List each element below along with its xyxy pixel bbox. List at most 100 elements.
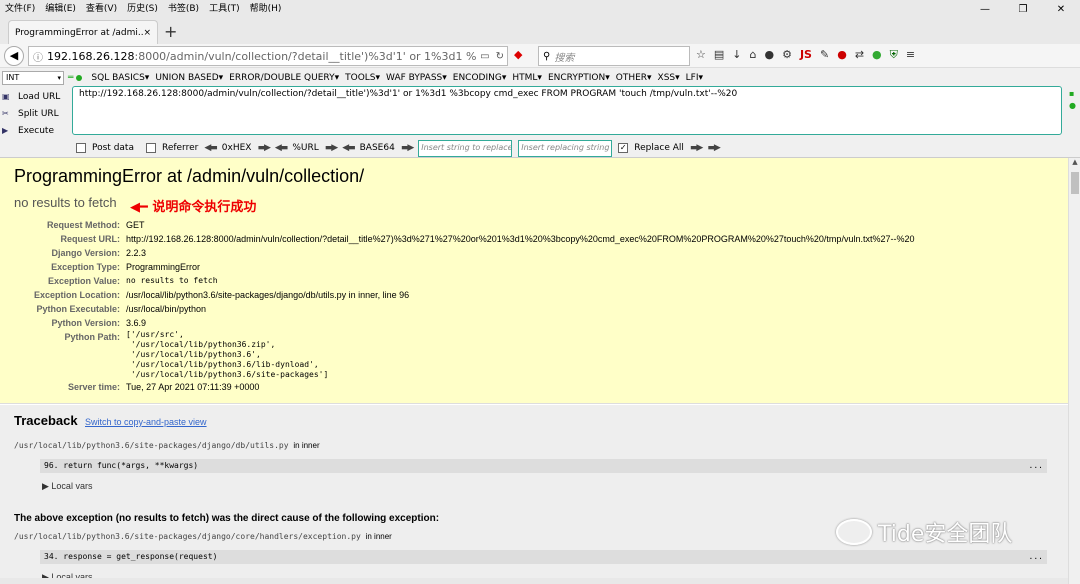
sync-icon[interactable]: ⇄ [855, 48, 864, 62]
type-select[interactable]: INT ▾ [2, 71, 64, 85]
url-encode-arrow-icon[interactable]: ◀▬ [275, 143, 289, 153]
meta-row-5-value: /usr/local/lib/python3.6/site-packages/d… [126, 290, 410, 300]
library-icon[interactable]: ▤ [714, 48, 724, 62]
hamburger-menu-icon[interactable]: ≡ [906, 48, 915, 62]
meta-row-0-value: GET [126, 220, 145, 230]
execute-button[interactable]: ▶ Execute [2, 122, 66, 139]
menu-item-3[interactable]: 历史(S) [122, 1, 163, 14]
hackbar-menu-row: INT ▾ ═ SQL BASICS▾ UNION BASED▾ ERROR/DOUB… [0, 70, 703, 86]
frame1-code: 96. return func(*args, **kwargs) [44, 461, 199, 470]
hackbar-menu-0[interactable]: SQL BASICS▾ [91, 73, 149, 83]
info-icon[interactable]: ⓘ [33, 49, 43, 64]
hackbar-menu-7[interactable]: ENCRYPTION▾ [548, 73, 610, 83]
traceback-section: Traceback Switch to copy-and-paste view … [0, 405, 1068, 584]
hackbar-menu-1[interactable]: UNION BASED▾ [155, 73, 223, 83]
settings-icon[interactable]: ⚙ [782, 48, 792, 62]
meta-row-7-key: Python Version: [51, 318, 120, 328]
record-icon[interactable]: ● [837, 48, 847, 62]
hackbar-menu-4[interactable]: WAF BYPASS▾ [386, 73, 447, 83]
tab-title: ProgrammingError at /admi... [15, 27, 144, 38]
frame1-local-vars-toggle[interactable]: ▶ Local vars [42, 481, 92, 492]
chained-exception-message: The above exception (no results to fetch… [14, 513, 440, 524]
meta-row-5-key: Exception Location: [33, 290, 120, 300]
post-data-checkbox[interactable] [76, 143, 86, 153]
load-url-button[interactable]: ▣ Load URL [2, 88, 66, 105]
post-data-label: Post data [92, 143, 134, 153]
addon-icon[interactable]: ◆ [514, 48, 522, 61]
hackbar-menu-2[interactable]: ERROR/DOUBLE QUERY▾ [229, 73, 339, 83]
frame2-code-line[interactable]: 34. response = get_response(request)... [40, 550, 1047, 564]
scroll-up-icon[interactable]: ▲ [1069, 158, 1080, 170]
vertical-scrollbar[interactable]: ▲ [1068, 158, 1080, 584]
meta-row-python-path: Python Path: ['/usr/src', '/usr/local/lib… [0, 330, 1060, 380]
menu-item-2[interactable]: 查看(V) [81, 1, 122, 14]
base64-decode-arrow-icon[interactable]: ▬▶ [401, 143, 415, 153]
tool-icon[interactable]: ✎ [820, 48, 829, 62]
hex-label: 0xHEX [221, 143, 252, 153]
insert-string-input[interactable]: Insert string to replace [418, 139, 513, 157]
hackbar-menu-10[interactable]: LFI▾ [686, 73, 703, 83]
hackbar-menu-3[interactable]: TOOLS▾ [345, 73, 380, 83]
plus-icon[interactable]: ▪ [1069, 88, 1076, 100]
hex-decode-arrow-icon[interactable]: ▬▶ [257, 143, 271, 153]
menu-item-0[interactable]: 文件(F) [0, 1, 40, 14]
search-placeholder: 搜索 [554, 52, 575, 64]
extension-icon[interactable]: ● [764, 48, 774, 62]
tab-close-icon[interactable]: × [143, 28, 151, 38]
meta-row-6-value: /usr/local/bin/python [126, 304, 207, 314]
meta-row-3: Exception Type: ProgrammingError [0, 260, 1060, 274]
hackbar-url-textarea[interactable]: http://192.168.26.128:8000/admin/vuln/co… [72, 86, 1062, 135]
menu-item-1[interactable]: 编辑(E) [40, 1, 81, 14]
shield-icon[interactable]: ⛨ [890, 48, 898, 62]
tab-active[interactable]: ProgrammingError at /admi... × [8, 20, 158, 44]
base64-encode-arrow-icon[interactable]: ◀▬ [342, 143, 356, 153]
frame1-expand[interactable]: ... [1029, 459, 1043, 473]
scroll-thumb[interactable] [1071, 172, 1079, 194]
back-button[interactable]: ◀ [4, 46, 24, 66]
annotation-text: 说明命令执行成功 [152, 200, 257, 215]
meta-row-6: Python Executable: /usr/local/bin/python [0, 302, 1060, 316]
meta-row-4: Exception Value: no results to fetch [0, 274, 1060, 288]
traceback-title: Traceback [14, 413, 78, 428]
split-url-button[interactable]: ✂ Split URL [2, 105, 66, 122]
new-tab-button[interactable]: + [164, 22, 177, 41]
frame2-func: in inner [365, 532, 392, 541]
hackbar-menu-5[interactable]: ENCODING▾ [453, 73, 507, 83]
menu-item-6[interactable]: 帮助(H) [245, 1, 287, 14]
url-decode-arrow-icon[interactable]: ▬▶ [325, 143, 339, 153]
menu-item-5[interactable]: 工具(T) [204, 1, 245, 14]
frame1-code-line[interactable]: 96. return func(*args, **kwargs)... [40, 459, 1047, 473]
meta-row-4-value: no results to fetch [126, 276, 218, 285]
request-meta-table: Request Method: GET Request URL: http://192… [0, 218, 1060, 394]
reader-icon[interactable]: ▭ [480, 51, 489, 62]
menu-item-4[interactable]: 书签(B) [163, 1, 204, 14]
replace-back-arrow-icon[interactable]: ▬▶ [707, 143, 721, 153]
download-icon[interactable]: ↓ [732, 48, 741, 62]
dot-icon[interactable]: ● [1069, 100, 1076, 112]
url-bar[interactable]: ⓘ 192.168.26.128:8000/admin/vuln/collect… [28, 46, 508, 66]
replace-all-checkbox[interactable]: ✓ [618, 143, 629, 153]
switch-view-link[interactable]: Switch to copy-and-paste view [85, 417, 207, 427]
bookmark-star-icon[interactable]: ☆ [696, 48, 706, 62]
replace-arrow-icon[interactable]: ▬▶ [690, 143, 704, 153]
js-icon[interactable]: JS [800, 48, 812, 62]
green-ext-icon[interactable]: ● [872, 48, 882, 62]
minus-icon[interactable]: ═ [68, 73, 73, 83]
frame2-path: /usr/local/lib/python3.6/site-packages/d… [14, 532, 392, 541]
error-summary: ProgrammingError at /admin/vuln/collecti… [0, 158, 1068, 404]
hex-encode-arrow-icon[interactable]: ◀▬ [204, 143, 218, 153]
meta-row-2: Django Version: 2.2.3 [0, 246, 1060, 260]
status-dot-icon [76, 75, 83, 81]
split-icon: ✂ [2, 108, 9, 118]
search-box[interactable]: ⚲ 搜索 [538, 46, 690, 66]
insert-replacing-input[interactable]: Insert replacing string [518, 139, 613, 157]
reload-icon[interactable]: ↻ [496, 51, 504, 62]
home-icon[interactable]: ⌂ [750, 48, 757, 62]
referrer-checkbox[interactable] [145, 143, 156, 153]
hackbar-menu-9[interactable]: XSS▾ [658, 73, 680, 83]
frame2-expand[interactable]: ... [1029, 550, 1043, 564]
error-subtitle: no results to fetch [14, 195, 117, 210]
hackbar-side-controls: ▪ ● [1069, 88, 1076, 112]
hackbar-menu-6[interactable]: HTML▾ [512, 73, 542, 83]
hackbar-menu-8[interactable]: OTHER▾ [616, 73, 652, 83]
